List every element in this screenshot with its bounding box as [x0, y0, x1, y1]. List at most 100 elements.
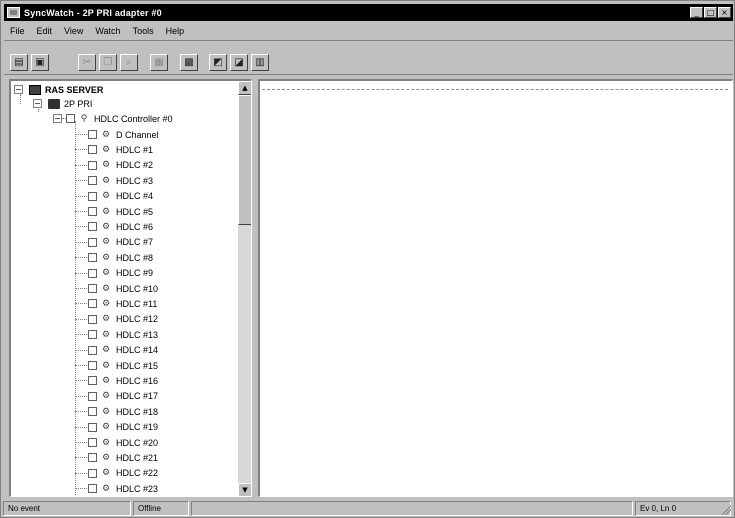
channel-icon: ⚙	[101, 437, 111, 448]
tree-checkbox[interactable]	[88, 345, 97, 355]
collapse-icon[interactable]: −	[14, 85, 23, 94]
copy-icon: ❐	[103, 57, 113, 68]
channel-icon: ⚙	[101, 191, 111, 202]
tree-checkbox[interactable]	[88, 160, 97, 170]
tree-checkbox[interactable]	[88, 330, 97, 340]
tree-node-channel[interactable]: ⚙ HDLC #10	[88, 281, 158, 296]
save-button[interactable]: ▣	[31, 54, 49, 71]
channel-icon: ⚙	[101, 422, 111, 433]
tree-checkbox[interactable]	[88, 191, 97, 201]
tree-checkbox[interactable]	[88, 453, 97, 463]
tree-checkbox[interactable]	[88, 484, 97, 494]
tree-checkbox[interactable]	[88, 130, 97, 139]
tree-node-channel[interactable]: ⚙ HDLC #12	[88, 312, 158, 327]
properties-icon: ▩	[184, 57, 194, 68]
scroll-down-button[interactable]: ▼	[238, 483, 251, 496]
tree-node-channel[interactable]: ⚙ HDLC #21	[88, 450, 158, 465]
server-icon	[29, 84, 41, 95]
menu-watch[interactable]: Watch	[95, 26, 120, 36]
tree-checkbox[interactable]	[88, 145, 97, 155]
scroll-thumb[interactable]	[238, 95, 251, 225]
start-watch-button[interactable]: ◩	[209, 54, 227, 71]
tree-checkbox[interactable]	[88, 222, 97, 232]
menu-help[interactable]: Help	[166, 26, 185, 36]
window-controls: _ □ ×	[690, 7, 731, 18]
tree-node-channel[interactable]: ⚙ HDLC #3	[88, 173, 153, 188]
cut-button[interactable]: ✂	[78, 54, 96, 71]
tree-node-channel[interactable]: ⚙ HDLC #16	[88, 373, 158, 388]
tree-node-channel[interactable]: ⚙ HDLC #19	[88, 420, 158, 435]
find-button[interactable]: ⌕	[120, 54, 138, 71]
resize-grip[interactable]	[720, 504, 731, 515]
tree-pane[interactable]: − RAS SERVER − 2P PRI − ⚲ HDLC Controlle…	[9, 79, 252, 497]
collapse-icon[interactable]: −	[53, 114, 62, 123]
tree-node-channel[interactable]: ⚙ HDLC #17	[88, 389, 158, 404]
tree-checkbox[interactable]	[66, 114, 75, 123]
tree-node-controller[interactable]: − ⚲ HDLC Controller #0	[53, 111, 173, 126]
maximize-button[interactable]: □	[704, 7, 717, 18]
tree-checkbox[interactable]	[88, 237, 97, 247]
tree-checkbox[interactable]	[88, 284, 97, 293]
tree-checkbox[interactable]	[88, 391, 97, 401]
tree-node-channel[interactable]: ⚙ HDLC #1	[88, 142, 153, 157]
tree-checkbox[interactable]	[88, 299, 97, 309]
menu-file[interactable]: File	[10, 26, 25, 36]
channel-icon: ⚙	[101, 360, 111, 371]
close-button[interactable]: ×	[718, 7, 731, 18]
tree-node-channel[interactable]: ⚙ HDLC #2	[88, 158, 153, 173]
tree-checkbox[interactable]	[88, 438, 97, 447]
tree-node-adapter[interactable]: − 2P PRI	[33, 96, 92, 111]
tree-checkbox[interactable]	[88, 407, 97, 417]
tree-checkbox[interactable]	[88, 468, 97, 478]
tree-node-channel[interactable]: ⚙ D Channel	[88, 127, 159, 142]
tree-node-channel[interactable]: ⚙ HDLC #5	[88, 204, 153, 219]
scroll-up-button[interactable]: ▲	[238, 81, 251, 95]
toolbar: ▤ ▣ ✂ ❐ ⌕ ▦ ▩ ◩ ◪ ▥	[4, 40, 733, 75]
tree-scrollbar[interactable]: ▲ ▼	[238, 81, 251, 496]
tree-checkbox[interactable]	[88, 376, 97, 386]
menu-view[interactable]: View	[64, 26, 83, 36]
tree-node-channel[interactable]: ⚙ HDLC #4	[88, 189, 153, 204]
tree-checkbox[interactable]	[88, 268, 97, 278]
tree-node-channel[interactable]: ⚙ HDLC #11	[88, 296, 157, 311]
tree-checkbox[interactable]	[88, 361, 97, 370]
channel-icon: ⚙	[101, 298, 111, 309]
channel-icon: ⚙	[101, 175, 111, 186]
tree-checkbox[interactable]	[88, 314, 97, 324]
status-position: Ev 0, Ln 0	[635, 501, 731, 516]
grid-icon: ▦	[154, 57, 164, 68]
tree-node-channel[interactable]: ⚙ HDLC #13	[88, 327, 158, 342]
channel-icon: ⚙	[101, 252, 111, 263]
grid-button[interactable]: ▦	[150, 54, 168, 71]
tree-checkbox[interactable]	[88, 207, 97, 216]
save-icon: ▣	[35, 57, 45, 68]
title-bar[interactable]: SyncWatch - 2P PRI adapter #0 _ □ ×	[4, 4, 733, 21]
tree-node-channel[interactable]: ⚙ HDLC #6	[88, 219, 153, 234]
stop-watch-button[interactable]: ◪	[230, 54, 248, 71]
minimize-button[interactable]: _	[690, 7, 703, 18]
app-icon[interactable]	[7, 7, 20, 18]
tree-node-channel[interactable]: ⚙ HDLC #7	[88, 235, 153, 250]
tree-node-channel[interactable]: ⚙ HDLC #22	[88, 466, 158, 481]
tree-node-channel[interactable]: ⚙ HDLC #23	[88, 481, 158, 496]
tree-checkbox[interactable]	[88, 253, 97, 263]
properties-button[interactable]: ▩	[180, 54, 198, 71]
tree-node-channel[interactable]: ⚙ HDLC #8	[88, 250, 153, 265]
menu-edit[interactable]: Edit	[37, 26, 53, 36]
menu-tools[interactable]: Tools	[133, 26, 154, 36]
tree-label-channel: HDLC #1	[116, 144, 154, 155]
open-button[interactable]: ▤	[10, 54, 28, 71]
tree-checkbox[interactable]	[88, 176, 97, 186]
copy-button[interactable]: ❐	[99, 54, 117, 71]
tree-node-channel[interactable]: ⚙ HDLC #20	[88, 435, 158, 450]
status-event: No event	[3, 501, 131, 516]
detail-pane[interactable]	[258, 79, 733, 497]
tree-node-channel[interactable]: ⚙ HDLC #14	[88, 343, 158, 358]
print-button[interactable]: ▥	[251, 54, 269, 71]
tree-node-root[interactable]: − RAS SERVER	[14, 82, 103, 97]
channel-icon: ⚙	[101, 406, 111, 417]
tree-node-channel[interactable]: ⚙ HDLC #15	[88, 358, 158, 373]
tree-node-channel[interactable]: ⚙ HDLC #18	[88, 404, 158, 419]
tree-checkbox[interactable]	[88, 422, 97, 432]
tree-node-channel[interactable]: ⚙ HDLC #9	[88, 266, 153, 281]
